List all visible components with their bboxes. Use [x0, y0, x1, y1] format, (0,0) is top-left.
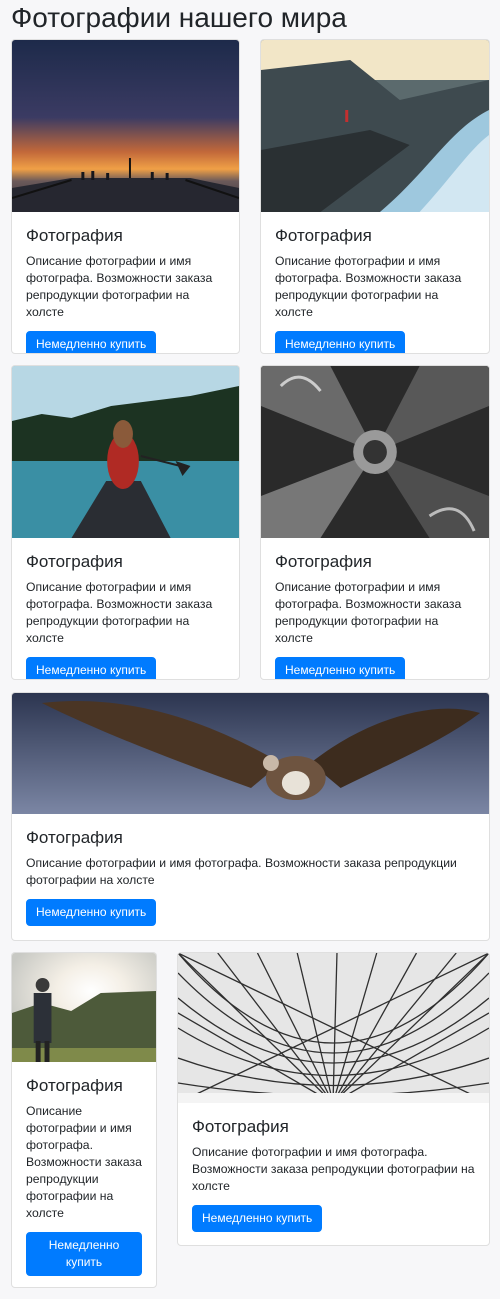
photo-card: Фотография Описание фотографии и имя фот… — [11, 365, 240, 680]
card-title: Фотография — [192, 1117, 289, 1136]
buy-now-button[interactable]: Немедленно купить — [275, 331, 406, 353]
glass-roof-photo — [178, 953, 489, 1103]
photo-card: Фотография Описание фотографии и имя фот… — [11, 952, 157, 1288]
card-text: Описание фотографии и имя фотографа. Воз… — [192, 1145, 475, 1193]
card-title: Фотография — [26, 552, 123, 571]
card-text: Описание фотографии и имя фотографа. Воз… — [26, 856, 457, 887]
card-text: Описание фотографии и имя фотографа. Воз… — [275, 254, 462, 319]
photo-card: Фотография Описание фотографии и имя фот… — [11, 39, 240, 354]
buy-now-button[interactable]: Немедленно купить — [26, 657, 157, 679]
buy-now-button[interactable]: Немедленно купить — [192, 1205, 323, 1232]
card-text: Описание фотографии и имя фотографа. Воз… — [26, 580, 213, 645]
card-text: Описание фотографии и имя фотографа. Воз… — [26, 254, 213, 319]
card-title: Фотография — [275, 552, 372, 571]
fjord-cliff-photo — [261, 40, 489, 212]
buy-now-button[interactable]: Немедленно купить — [275, 657, 406, 679]
card-title: Фотография — [26, 226, 123, 245]
card-text: Описание фотографии и имя фотографа. Воз… — [26, 1104, 142, 1220]
canoe-lake-photo — [12, 366, 239, 538]
arch-ceiling-photo — [261, 366, 489, 538]
card-title: Фотография — [26, 828, 123, 847]
buy-now-button[interactable]: Немедленно купить — [26, 331, 157, 353]
buy-now-button[interactable]: Немедленно купить — [26, 899, 157, 926]
card-title: Фотография — [26, 1076, 123, 1095]
photo-card: Фотография Описание фотографии и имя фот… — [260, 39, 490, 354]
photo-card: Фотография Описание фотографии и имя фот… — [260, 365, 490, 680]
sunset-pier-photo — [12, 40, 239, 212]
man-sunlight-photo — [12, 953, 156, 1062]
card-text: Описание фотографии и имя фотографа. Воз… — [275, 580, 462, 645]
photo-card: Фотография Описание фотографии и имя фот… — [11, 692, 490, 941]
vulture-photo — [12, 693, 489, 814]
photo-card: Фотография Описание фотографии и имя фот… — [177, 952, 490, 1246]
card-title: Фотография — [275, 226, 372, 245]
page-title: Фотографии нашего мира — [11, 2, 347, 33]
buy-now-button[interactable]: Немедленно купить — [26, 1232, 142, 1276]
